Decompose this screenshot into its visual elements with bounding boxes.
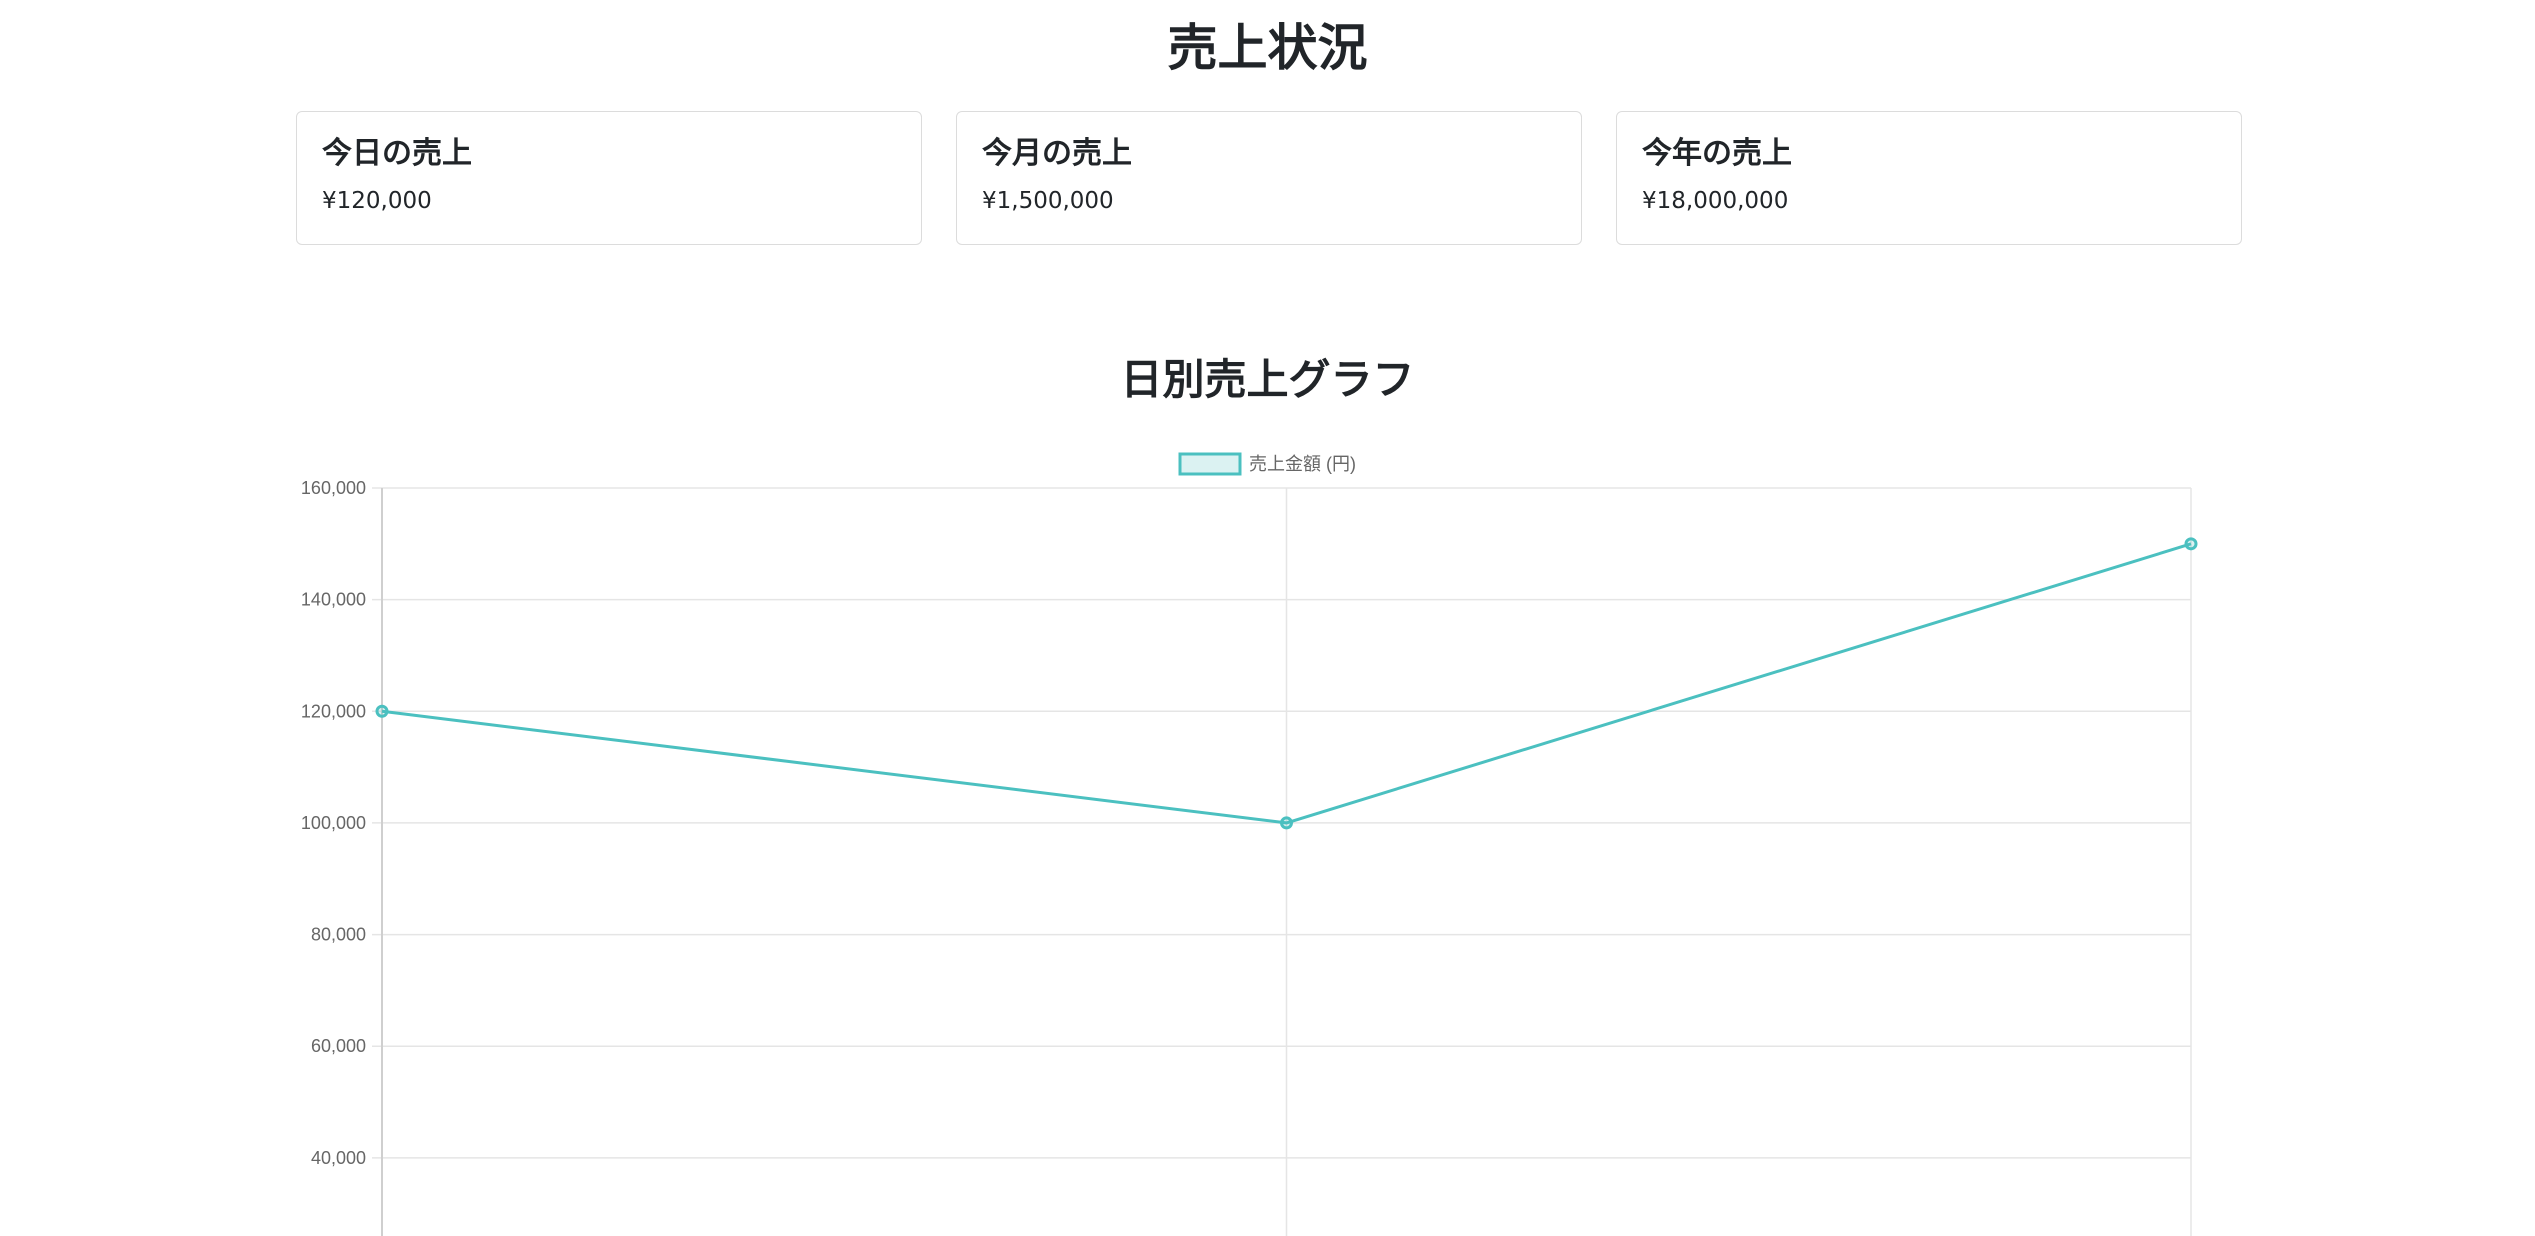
chart-title: 日別売上グラフ — [1120, 355, 1415, 404]
data-point — [2184, 537, 2198, 551]
card-today: 今日の売上 ¥120,000 — [296, 111, 922, 245]
card-title: 今年の売上 — [1642, 136, 1792, 171]
sales-line-chart: 160,000 140,000 120,000 100,000 80,000 60,000… — [301, 452, 2198, 1236]
legend-label: 売上金額 (円) — [1249, 454, 1356, 474]
page: 売上状況 今日の売上 ¥120,000 今月の売上 ¥1,500,000 今年の… — [0, 0, 2535, 1236]
y-tick-label: 80,000 — [311, 925, 366, 945]
card-title: 今月の売上 — [982, 136, 1132, 171]
y-tick-label: 40,000 — [311, 1148, 366, 1168]
summary-cards: 今日の売上 ¥120,000 今月の売上 ¥1,500,000 今年の売上 ¥1… — [296, 111, 2242, 247]
y-tick-label: 160,000 — [301, 478, 366, 498]
y-tick-label: 120,000 — [301, 701, 366, 721]
y-tick-label: 60,000 — [311, 1036, 366, 1056]
y-tick-label: 140,000 — [301, 590, 366, 610]
y-tick-label: 100,000 — [301, 813, 366, 833]
data-point — [1280, 816, 1293, 830]
legend-swatch — [1178, 452, 1242, 476]
page-title: 売上状況 — [1167, 19, 1368, 77]
card-value: ¥120,000 — [322, 188, 432, 214]
card-year: 今年の売上 ¥18,000,000 — [1616, 111, 2242, 245]
card-month: 今月の売上 ¥1,500,000 — [956, 111, 1582, 245]
card-value: ¥1,500,000 — [982, 188, 1114, 214]
card-value: ¥18,000,000 — [1642, 188, 1789, 214]
data-point — [375, 704, 389, 718]
card-title: 今日の売上 — [322, 136, 472, 171]
